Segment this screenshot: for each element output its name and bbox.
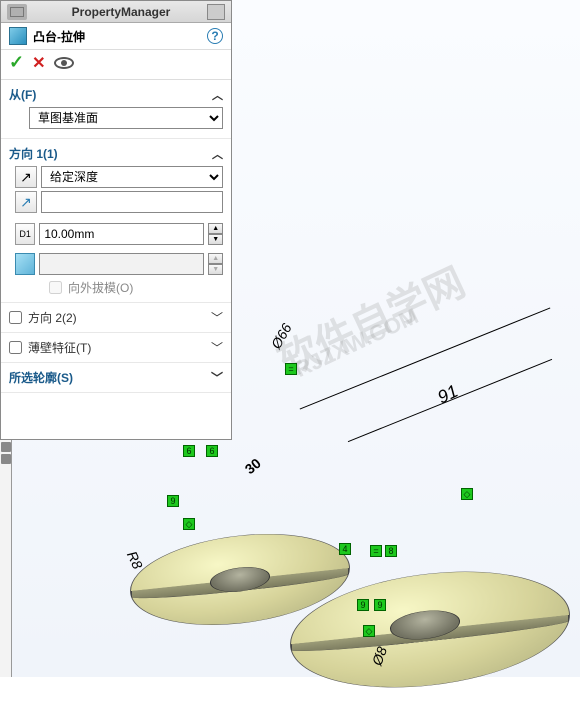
- panel-title: PropertyManager: [35, 5, 207, 19]
- draft-outward-label: 向外拔模(O): [68, 279, 133, 296]
- spin-up[interactable]: ▲: [208, 223, 223, 234]
- watermark-sub: RJZXW.COM: [291, 303, 423, 383]
- dir2-enable-checkbox[interactable]: [9, 311, 22, 324]
- section-label: 薄壁特征(T): [28, 339, 91, 356]
- spin-up: ▲: [208, 253, 223, 264]
- chevron-down-icon: ﹀: [211, 369, 223, 386]
- chevron-up-icon: ︿: [212, 87, 223, 103]
- section-label: 所选轮廓(S): [9, 369, 73, 386]
- end-condition-select[interactable]: 给定深度: [41, 166, 223, 188]
- thin-enable-checkbox[interactable]: [9, 341, 22, 354]
- panel-splitter[interactable]: [0, 440, 12, 677]
- pm-logo-icon: [7, 4, 27, 20]
- section-head-from[interactable]: 从(F) ︿: [9, 86, 223, 103]
- splitter-handle-1[interactable]: [1, 442, 11, 452]
- relation-marker[interactable]: 6: [206, 445, 218, 457]
- dir1-end-row: ↗ 给定深度: [15, 166, 223, 188]
- action-row: ✓ ✕: [1, 50, 231, 80]
- section-head-dir1[interactable]: 方向 1(1) ︿: [9, 145, 223, 162]
- dir1-draft-row: ▲ ▼: [15, 253, 223, 275]
- draft-outward-row: 向外拔模(O): [49, 279, 223, 296]
- property-manager-panel: PropertyManager 凸台-拉伸 ? ✓ ✕ 从(F) ︿ 草图基准面…: [0, 0, 232, 440]
- help-icon[interactable]: ?: [207, 28, 223, 44]
- section-from: 从(F) ︿ 草图基准面: [1, 80, 231, 139]
- splitter-handle-2[interactable]: [1, 454, 11, 464]
- depth-input[interactable]: [39, 223, 204, 245]
- spin-down[interactable]: ▼: [208, 234, 223, 245]
- panel-titlebar: PropertyManager: [1, 1, 231, 23]
- relation-marker[interactable]: ◇: [183, 518, 195, 530]
- relation-marker[interactable]: 8: [385, 545, 397, 557]
- relation-marker[interactable]: 9: [357, 599, 369, 611]
- draft-icon[interactable]: [15, 253, 35, 275]
- section-thin-feature[interactable]: 薄壁特征(T) ﹀: [1, 333, 231, 363]
- from-condition-select[interactable]: 草图基准面: [29, 107, 223, 129]
- pin-icon[interactable]: [207, 4, 225, 20]
- relation-marker[interactable]: 4: [339, 543, 351, 555]
- depth-spinner: ▲ ▼: [208, 223, 223, 245]
- chevron-down-icon: ﹀: [211, 339, 223, 356]
- cancel-button[interactable]: ✕: [32, 53, 45, 73]
- from-condition-row: 草图基准面: [29, 107, 223, 129]
- draft-input: [39, 253, 204, 275]
- relation-marker[interactable]: ◇: [363, 625, 375, 637]
- section-direction1: 方向 1(1) ︿ ↗ 给定深度 ↗ D1 ▲ ▼ ▲ ▼: [1, 139, 231, 303]
- spin-down: ▼: [208, 264, 223, 275]
- section-label: 从(F): [9, 86, 36, 103]
- feature-name: 凸台-拉伸: [33, 28, 85, 45]
- relation-marker[interactable]: ◇: [461, 488, 473, 500]
- direction-vector-icon[interactable]: ↗: [15, 191, 37, 213]
- relation-marker[interactable]: =: [285, 363, 297, 375]
- draft-outward-checkbox: [49, 281, 62, 294]
- detailed-preview-icon[interactable]: [54, 57, 74, 69]
- ok-button[interactable]: ✓: [9, 52, 24, 73]
- relation-marker[interactable]: =: [370, 545, 382, 557]
- section-selected-contours[interactable]: 所选轮廓(S) ﹀: [1, 363, 231, 393]
- section-direction2[interactable]: 方向 2(2) ﹀: [1, 303, 231, 333]
- draft-spinner: ▲ ▼: [208, 253, 223, 275]
- watermark: 软件自学网: [267, 250, 473, 387]
- dim-d66: Ø66: [268, 321, 295, 352]
- relation-marker[interactable]: 9: [374, 599, 386, 611]
- reverse-direction-icon[interactable]: ↗: [15, 166, 37, 188]
- section-label: 方向 2(2): [28, 309, 77, 326]
- extrude-icon: [9, 27, 27, 45]
- section-label: 方向 1(1): [9, 145, 58, 162]
- feature-header: 凸台-拉伸 ?: [1, 23, 231, 50]
- dir1-selection-row: ↗: [15, 191, 223, 213]
- direction-selection-input[interactable]: [41, 191, 223, 213]
- relation-marker[interactable]: 9: [167, 495, 179, 507]
- dir1-depth-row: D1 ▲ ▼: [15, 223, 223, 245]
- dim-line: [300, 307, 551, 409]
- chevron-down-icon: ﹀: [211, 309, 223, 326]
- relation-marker[interactable]: 6: [183, 445, 195, 457]
- depth-icon: D1: [15, 223, 35, 245]
- chevron-up-icon: ︿: [212, 146, 223, 162]
